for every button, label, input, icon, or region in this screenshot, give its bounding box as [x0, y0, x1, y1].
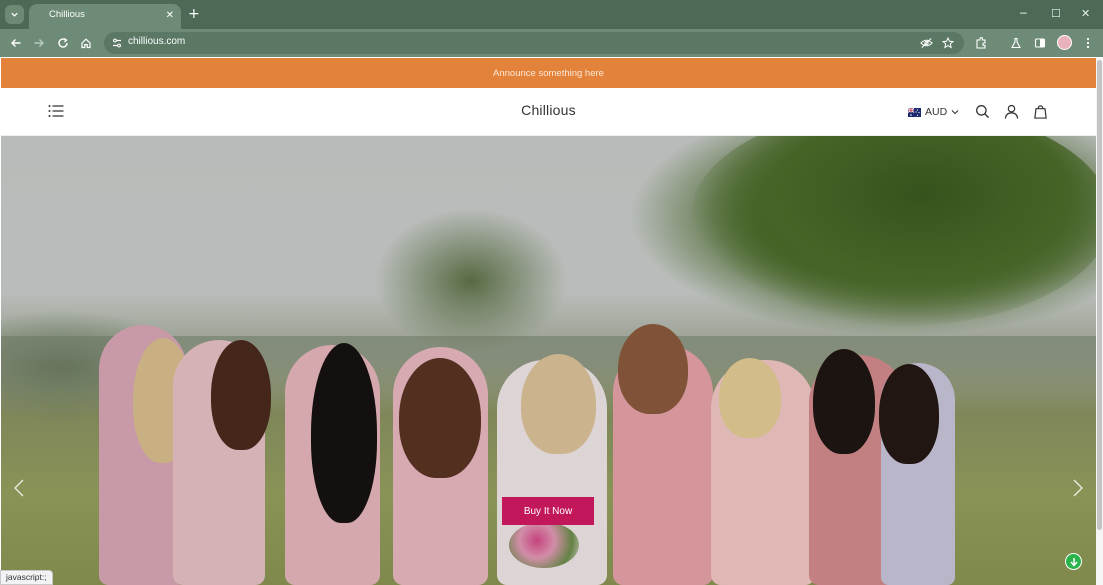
announcement-text: Announce something here — [493, 67, 604, 79]
scrollbar-thumb[interactable] — [1097, 60, 1102, 530]
eye-off-icon[interactable] — [918, 35, 934, 51]
labs-flask-icon[interactable] — [1008, 35, 1024, 51]
chevron-down-icon — [11, 12, 18, 17]
address-url: chillious.com — [128, 36, 186, 47]
web-page: Announce something here Chillious AUD Bu… — [1, 58, 1096, 585]
browser-status-bar: javascript:; — [0, 570, 53, 585]
site-header: Chillious AUD — [1, 88, 1096, 136]
window-close-icon[interactable]: ✕ — [1081, 7, 1090, 21]
arrow-down-icon — [1069, 557, 1078, 567]
tab-search-button[interactable] — [5, 5, 24, 24]
forward-icon[interactable] — [31, 35, 47, 51]
search-icon[interactable] — [973, 102, 991, 120]
maximize-icon[interactable]: ☐ — [1051, 7, 1061, 21]
page-scrollbar[interactable] — [1096, 58, 1103, 585]
browser-tabstrip: Chillious ✕ + ─ ☐ ✕ — [0, 0, 1103, 29]
home-icon[interactable] — [78, 35, 94, 51]
australia-flag-icon — [908, 107, 921, 117]
cart-bag-icon[interactable] — [1031, 102, 1049, 120]
slider-prev-button[interactable] — [9, 476, 29, 500]
chevron-left-icon — [14, 479, 24, 497]
chevron-right-icon — [1073, 479, 1083, 497]
hero-banner: Buy It Now — [1, 136, 1096, 585]
tab-close-icon[interactable]: ✕ — [166, 10, 174, 22]
browser-toolbar: chillious.com — [0, 29, 1103, 57]
profile-avatar[interactable] — [1057, 35, 1072, 50]
bookmark-star-icon[interactable] — [940, 35, 956, 51]
scroll-down-button[interactable] — [1065, 553, 1082, 570]
more-menu-icon[interactable] — [1080, 35, 1096, 51]
side-panel-icon[interactable] — [1032, 35, 1048, 51]
buy-it-now-button[interactable]: Buy It Now — [502, 497, 594, 525]
site-settings-icon[interactable] — [111, 37, 123, 49]
back-icon[interactable] — [8, 35, 24, 51]
currency-selector[interactable]: AUD — [908, 105, 959, 119]
announcement-bar: Announce something here — [1, 58, 1096, 88]
extensions-icon[interactable] — [973, 35, 989, 51]
browser-tab[interactable]: Chillious ✕ — [29, 4, 181, 29]
address-bar[interactable]: chillious.com — [104, 32, 964, 54]
minimize-icon[interactable]: ─ — [1020, 7, 1027, 21]
reload-icon[interactable] — [55, 35, 71, 51]
chevron-down-icon — [951, 110, 959, 115]
new-tab-button[interactable]: + — [188, 6, 200, 22]
currency-code: AUD — [925, 106, 948, 118]
slider-next-button[interactable] — [1068, 476, 1088, 500]
account-icon[interactable] — [1002, 102, 1020, 120]
tab-title: Chillious — [49, 9, 85, 20]
